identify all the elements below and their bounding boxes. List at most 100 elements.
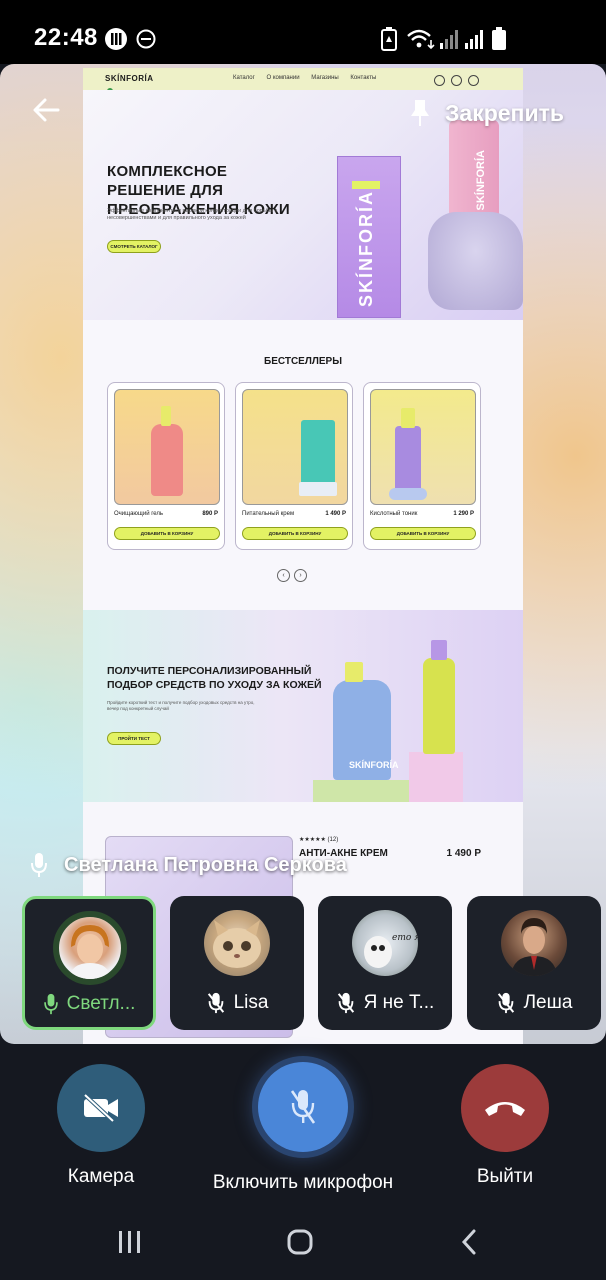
signal-icon-2 [465, 30, 483, 49]
camera-label: Камера [67, 1166, 135, 1187]
system-navbar [0, 1204, 606, 1280]
site-menu-item: О компании [266, 75, 300, 81]
battery-saver-icon [381, 27, 397, 51]
rating-stars: ★★★★★ (12) [299, 837, 339, 843]
tube-brand: SKÍNFORÍA [475, 150, 487, 211]
back-arrow-icon[interactable] [30, 94, 62, 126]
microphone-muted-icon [337, 992, 354, 1014]
leave-button[interactable] [461, 1064, 549, 1152]
avatar [501, 910, 567, 976]
bestsellers-title: БЕСТСЕЛЛЕРЫ [264, 356, 342, 367]
promo-test-button: ПРОЙТИ ТЕСТ [107, 732, 161, 745]
participant-name: Леша [523, 992, 573, 1013]
status-time: 22:48 [34, 24, 98, 51]
promo-bottle2-cap [431, 640, 447, 660]
site-user-icon [451, 75, 462, 86]
home-icon[interactable] [286, 1228, 314, 1256]
pin-button[interactable]: Закрепить [445, 100, 564, 127]
status-bar: 22:48 [0, 0, 606, 64]
participant-label: Леша [467, 992, 601, 1014]
site-menu: Каталог О компании Магазины Контакты [233, 75, 386, 81]
pin-icon[interactable] [408, 98, 432, 128]
bestsellers-section: БЕСТСЕЛЛЕРЫ Очищающий гель 890 Р ДОБАВИТ… [83, 320, 523, 610]
participant-tile[interactable]: Lisa [170, 896, 304, 1030]
hero-subtitle: Эффективные компоненты в высокой концент… [107, 208, 278, 221]
camera-control[interactable]: Камера [40, 1064, 162, 1188]
site-nav-icons [428, 73, 479, 91]
product-card: Питательный крем 1 490 Р ДОБАВИТЬ В КОРЗ… [235, 382, 353, 550]
add-to-cart-button: ДОБАВИТЬ В КОРЗИНУ [242, 527, 348, 540]
add-to-cart-button: ДОБАВИТЬ В КОРЗИНУ [370, 527, 476, 540]
leave-label: Выйти [476, 1166, 534, 1187]
system-back-icon[interactable] [456, 1228, 484, 1256]
product-image [242, 389, 348, 505]
promo-title: ПОЛУЧИТЕ ПЕРСОНАЛИЗИРОВАННЫЙ ПОДБОР СРЕД… [107, 665, 322, 691]
participant-name: Светл... [66, 993, 136, 1014]
mic-control[interactable]: Включить микрофон [193, 1054, 413, 1194]
promo-bottle-cap [345, 662, 363, 682]
participant-name: Я не Т... [363, 992, 435, 1013]
speaker-name: Светлана Петровна Серкова [64, 853, 347, 876]
stone-image [428, 212, 523, 310]
add-to-cart-button: ДОБАВИТЬ В КОРЗИНУ [114, 527, 220, 540]
microphone-muted-icon [497, 992, 514, 1014]
participant-tile[interactable]: ето я Я не Т... [318, 896, 452, 1030]
svg-text:ето я: ето я [392, 933, 418, 943]
pedestal-image [313, 780, 409, 802]
product-detail-price: 1 490 Р [446, 848, 481, 859]
product-price: 1 290 Р [453, 511, 474, 517]
product-card: Очищающий гель 890 Р ДОБАВИТЬ В КОРЗИНУ [107, 382, 225, 550]
microphone-muted-icon [207, 992, 224, 1014]
hang-up-icon [485, 1102, 525, 1116]
product-image [370, 389, 476, 505]
participant-tile[interactable]: Леша [467, 896, 601, 1030]
call-stage: SKÍNFORÍA Каталог О компании Магазины Ко… [0, 64, 606, 1044]
avatar [204, 910, 270, 976]
product-box-image: SKÍNFORÍA [337, 156, 401, 318]
promo-subtitle: Пройдите короткий тест и получите подбор… [107, 700, 255, 711]
participant-label: Lisa [170, 992, 304, 1014]
participant-name: Lisa [233, 992, 269, 1013]
product-image [114, 389, 220, 505]
product-name: Очищающий гель [114, 511, 164, 517]
participant-label: Светл... [25, 993, 153, 1015]
product-card: Кислотный тоник 1 290 Р ДОБАВИТЬ В КОРЗИ… [363, 382, 481, 550]
battery-icon [492, 27, 506, 50]
carousel-arrows: ‹ › [277, 564, 311, 582]
box-brand: SKÍNFORÍA [356, 190, 376, 307]
signal-icon [440, 30, 458, 49]
mic-label: Включить микрофон [212, 1172, 394, 1193]
site-search-icon [434, 75, 445, 86]
site-menu-item: Каталог [233, 75, 255, 81]
carousel-next-icon: › [294, 569, 307, 582]
microphone-muted-icon [290, 1090, 316, 1124]
pedestal-image [409, 752, 463, 802]
call-controls: Камера Включить микрофон Выйти [0, 1044, 606, 1204]
microphone-icon [31, 853, 47, 877]
do-not-disturb-icon [136, 29, 156, 49]
avatar [53, 911, 127, 985]
participant-strip: Светл... Lisa ето я Я не Т... Леша [22, 896, 606, 1032]
product-name: Кислотный тоник [370, 511, 418, 517]
product-price: 1 490 Р [325, 511, 346, 517]
site-menu-item: Магазины [311, 75, 339, 81]
site-navbar: SKÍNFORÍA Каталог О компании Магазины Ко… [83, 68, 523, 90]
app-notification-icon [105, 28, 127, 50]
mic-button[interactable] [258, 1062, 348, 1152]
hero-catalog-button: СМОТРЕТЬ КАТАЛОГ [107, 240, 161, 253]
microphone-on-icon [43, 993, 58, 1015]
participant-tile[interactable]: Светл... [22, 896, 156, 1030]
site-menu-item: Контакты [350, 75, 377, 81]
active-speaker: Светлана Петровна Серкова [30, 852, 347, 878]
recent-apps-icon[interactable] [116, 1228, 144, 1256]
wifi-icon [407, 29, 435, 50]
promo-brand: SKÍNFORÍA [349, 760, 399, 770]
camera-button[interactable] [57, 1064, 145, 1152]
carousel-prev-icon: ‹ [277, 569, 290, 582]
promo-bottle2-image [423, 658, 455, 754]
camera-off-icon [83, 1093, 118, 1123]
leave-control[interactable]: Выйти [444, 1064, 566, 1188]
site-logo: SKÍNFORÍA [105, 74, 154, 83]
participant-label: Я не Т... [318, 992, 452, 1014]
product-name: Питательный крем [242, 511, 295, 517]
